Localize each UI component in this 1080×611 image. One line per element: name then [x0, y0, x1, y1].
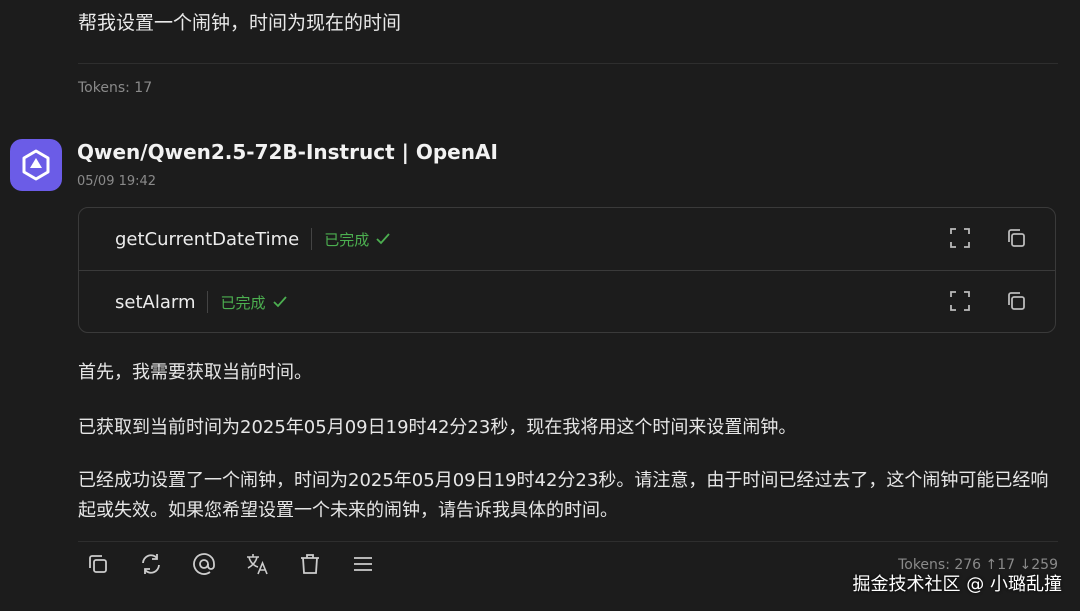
model-name: Qwen/Qwen2.5-72B-Instruct | OpenAI [77, 140, 498, 164]
tool-name: getCurrentDateTime [115, 228, 300, 250]
response-paragraph: 已经成功设置了一个闹钟，时间为2025年05月09日19时42分23秒。请注意，… [78, 470, 1049, 521]
tool-status: 已完成 [324, 229, 391, 250]
tool-status-text: 已完成 [220, 293, 266, 312]
qwen-logo-icon [22, 149, 50, 181]
check-icon [272, 296, 287, 308]
response-paragraph: 已获取到当前时间为2025年05月09日19时42分23秒，现在我将用这个时间来… [78, 417, 797, 438]
copy-icon[interactable] [86, 552, 110, 576]
divider [78, 541, 1058, 542]
menu-icon[interactable] [351, 552, 375, 576]
user-token-count: Tokens: 17 [78, 80, 153, 96]
response-paragraph: 首先，我需要获取当前时间。 [78, 362, 312, 383]
tool-call-row: setAlarm 已完成 [79, 271, 1055, 332]
divider [78, 63, 1058, 64]
tool-status-text: 已完成 [324, 230, 370, 249]
tool-status: 已完成 [220, 292, 287, 313]
watermark: 掘金技术社区 @ 小璐乱撞 [852, 574, 1062, 595]
expand-icon[interactable] [949, 227, 971, 249]
message-actions [86, 552, 375, 576]
check-icon [376, 233, 390, 245]
mention-icon[interactable] [192, 552, 216, 576]
tool-call-row: getCurrentDateTime 已完成 [79, 208, 1055, 271]
translate-icon[interactable] [245, 552, 269, 576]
copy-icon[interactable] [1005, 227, 1027, 249]
message-timestamp: 05/09 19:42 [77, 174, 157, 189]
tool-calls-panel: getCurrentDateTime 已完成 setAlarm 已完成 [78, 207, 1056, 333]
assistant-avatar [10, 139, 62, 191]
delete-icon[interactable] [298, 552, 322, 576]
copy-icon[interactable] [1005, 290, 1027, 312]
refresh-icon[interactable] [139, 552, 163, 576]
user-message: 帮我设置一个闹钟，时间为现在的时间 [78, 12, 402, 34]
expand-icon[interactable] [949, 290, 971, 312]
separator [311, 228, 313, 250]
tool-name: setAlarm [115, 291, 196, 313]
separator [207, 291, 209, 313]
